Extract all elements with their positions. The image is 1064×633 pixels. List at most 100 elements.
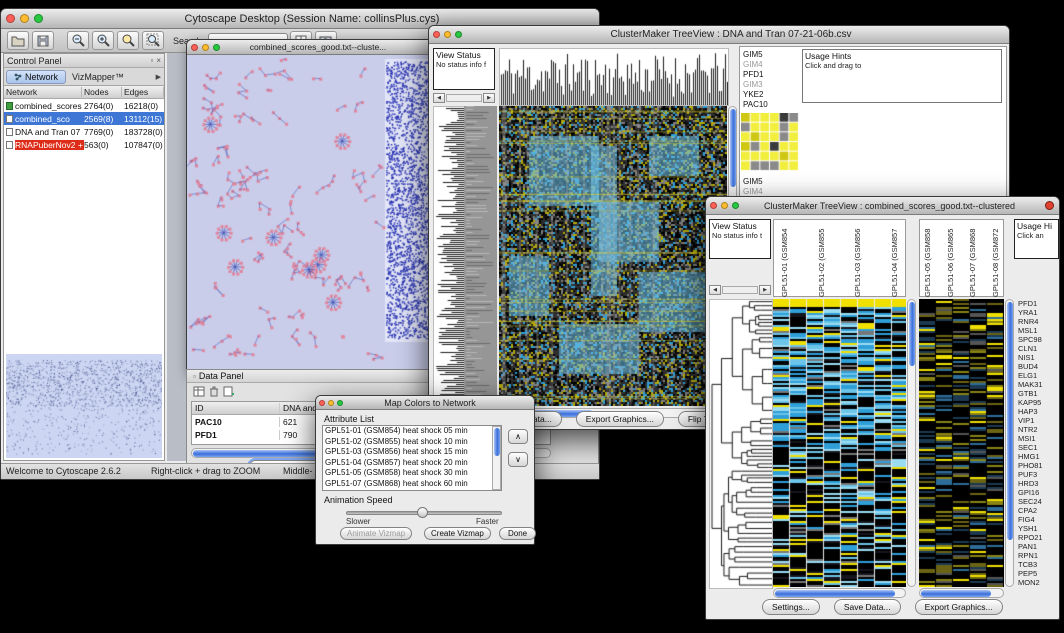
network-canvas[interactable] <box>187 55 435 372</box>
column-label[interactable]: GPL51-02 (GSM855 <box>817 221 826 297</box>
treeview-button[interactable]: Export Graphics... <box>576 411 664 427</box>
nav-left-icon[interactable]: ◀ <box>709 285 721 295</box>
nav-track[interactable] <box>722 286 758 294</box>
close-icon[interactable] <box>319 400 325 406</box>
treeview-button[interactable]: Settings... <box>762 599 820 615</box>
gene-list-item[interactable]: YRA1 <box>1018 308 1060 317</box>
correlation-matrix-canvas[interactable] <box>741 113 799 171</box>
gene-list-item[interactable]: BUD4 <box>1018 362 1060 371</box>
gene-list-item[interactable]: MON2 <box>1018 578 1060 587</box>
gene-list-item[interactable]: SEC1 <box>1018 443 1060 452</box>
gene-list-item[interactable]: HAP3 <box>1018 407 1060 416</box>
close-icon[interactable] <box>1045 201 1054 210</box>
column-label[interactable]: GPL51-07 (GSM868 <box>968 221 977 297</box>
close-icon[interactable] <box>710 202 717 209</box>
close-icon[interactable] <box>191 44 198 51</box>
tab-network[interactable]: Network <box>6 70 66 84</box>
zoom-out-button[interactable] <box>67 31 89 50</box>
gene-label[interactable]: YKE2 <box>743 90 768 100</box>
minimize-icon[interactable] <box>20 14 29 23</box>
dialog-titlebar[interactable]: Map Colors to Network <box>316 396 534 410</box>
treeview2-titlebar[interactable]: ClusterMaker TreeView : combined_scores_… <box>706 197 1059 215</box>
gene-list-item[interactable]: NIS1 <box>1018 353 1060 362</box>
open-session-button[interactable] <box>7 31 29 50</box>
gene-list-item[interactable]: VIP1 <box>1018 416 1060 425</box>
gene-list-item[interactable]: FIG4 <box>1018 515 1060 524</box>
network-row[interactable]: combined_scores 2764(0) 16218(0) <box>4 99 164 112</box>
subheatmap-vscrollbar[interactable] <box>1005 299 1014 587</box>
minimize-icon[interactable] <box>444 31 451 38</box>
float-panel-icon[interactable]: ▫ <box>193 372 196 381</box>
gene-list-item[interactable]: CPA2 <box>1018 506 1060 515</box>
move-down-button[interactable]: ∨ <box>508 452 528 467</box>
column-label[interactable]: GPL51-08 (GSM872 <box>991 221 1000 297</box>
gene-list-item[interactable]: CLN1 <box>1018 344 1060 353</box>
attribute-list[interactable]: GPL51-01 (GSM854) heat shock 05 minGPL51… <box>322 425 502 491</box>
nav-right-icon[interactable]: ▶ <box>483 93 495 103</box>
scrollbar-thumb[interactable] <box>730 109 736 187</box>
gene-list-item[interactable]: SPC98 <box>1018 335 1060 344</box>
gene-list-item[interactable]: RPO21 <box>1018 533 1060 542</box>
zoom-fit-button[interactable] <box>142 31 164 50</box>
animate-vizmap-button[interactable]: Animate Vizmap <box>340 527 412 540</box>
column-label[interactable]: GPL51-01 (GSM854 <box>780 221 789 297</box>
scrollbar-thumb[interactable] <box>921 590 991 597</box>
save-session-button[interactable] <box>32 31 54 50</box>
row-dendrogram-canvas[interactable] <box>433 106 465 408</box>
zoom-selected-button[interactable] <box>117 31 139 50</box>
column-edges[interactable]: Edges <box>122 87 164 97</box>
gene-list-item[interactable]: PEP5 <box>1018 569 1060 578</box>
new-attribute-icon[interactable] <box>223 386 235 397</box>
column-label[interactable]: GPL51-06 (GSM865 <box>946 221 955 297</box>
gene-list-item[interactable]: PHO81 <box>1018 461 1060 470</box>
attribute-list-item[interactable]: GPL51-02 (GSM855) heat shock 10 min <box>325 437 501 448</box>
nav-right-icon[interactable]: ▶ <box>759 285 771 295</box>
gene-list-item[interactable]: MAK31 <box>1018 380 1060 389</box>
sub-heatmap-canvas[interactable] <box>919 299 1004 587</box>
overview-canvas[interactable] <box>6 354 162 458</box>
gene-label[interactable]: GIM3 <box>743 80 768 90</box>
maximize-icon[interactable] <box>732 202 739 209</box>
network-view-titlebar[interactable]: combined_scores_good.txt--cluste... <box>187 40 435 55</box>
scrollbar-thumb[interactable] <box>909 302 915 366</box>
heatmap-canvas[interactable] <box>499 106 727 406</box>
maximize-icon[interactable] <box>34 14 43 23</box>
column-network[interactable]: Network <box>4 87 82 97</box>
gene-list-item[interactable]: MSL1 <box>1018 326 1060 335</box>
gene-list-item[interactable]: SEC24 <box>1018 497 1060 506</box>
tab-overflow-icon[interactable]: ▶ <box>156 73 161 81</box>
attribute-list-item[interactable]: GPL51-07 (GSM868) heat shock 60 min <box>325 479 501 490</box>
network-row[interactable]: DNA and Tran 07 7769(0) 183728(0) <box>4 125 164 138</box>
close-icon[interactable] <box>6 14 15 23</box>
trash-icon[interactable] <box>209 386 219 397</box>
gene-list-item[interactable]: PFD1 <box>1018 299 1060 308</box>
maximize-icon[interactable] <box>455 31 462 38</box>
attribute-list-item[interactable]: GPL51-01 (GSM854) heat shock 05 min <box>325 426 501 437</box>
attribute-list-item[interactable]: GPL51-05 (GSM858) heat shock 30 min <box>325 468 501 479</box>
gene-list-item[interactable]: NTR2 <box>1018 425 1060 434</box>
gene-list-item[interactable]: RNR4 <box>1018 317 1060 326</box>
minimize-icon[interactable] <box>202 44 209 51</box>
column-label[interactable]: GPL51-05 (GSM858 <box>923 221 932 297</box>
maximize-icon[interactable] <box>213 44 220 51</box>
gene-list-item[interactable]: TCB3 <box>1018 560 1060 569</box>
column-nodes[interactable]: Nodes <box>82 87 122 97</box>
heatmap-canvas[interactable] <box>773 299 906 587</box>
row-dendrogram-canvas[interactable] <box>709 299 773 589</box>
gene-list-item[interactable]: KAP95 <box>1018 398 1060 407</box>
close-panel-icon[interactable]: × <box>156 56 161 65</box>
gene-list-item[interactable]: PUF3 <box>1018 470 1060 479</box>
attribute-list-item[interactable]: GPL51-03 (GSM856) heat shock 15 min <box>325 447 501 458</box>
row-labels-canvas[interactable] <box>464 106 497 406</box>
column-label[interactable]: GPL51-04 (GSM857 <box>890 221 899 297</box>
heatmap-vscrollbar[interactable] <box>907 299 916 587</box>
column-label[interactable]: GPL51-03 (GSM856 <box>853 221 862 297</box>
done-button[interactable]: Done <box>499 527 536 540</box>
column-id[interactable]: ID <box>192 403 280 413</box>
network-row[interactable]: combined_sco 2569(8) 13112(15) <box>4 112 164 125</box>
gene-list-item[interactable]: GPI16 <box>1018 488 1060 497</box>
gene-list-item[interactable]: YSH1 <box>1018 524 1060 533</box>
move-up-button[interactable]: ∧ <box>508 429 528 444</box>
nav-left-icon[interactable]: ◀ <box>433 93 445 103</box>
scrollbar-thumb[interactable] <box>1007 302 1013 540</box>
